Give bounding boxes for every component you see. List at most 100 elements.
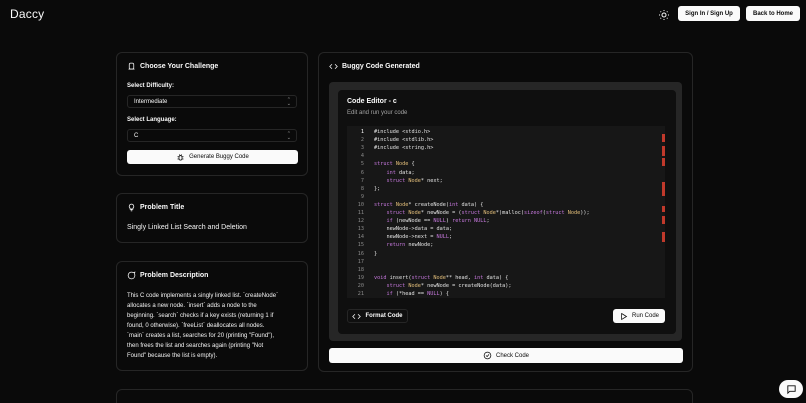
check-code-label: Check Code — [495, 352, 530, 359]
description-line: Found" because the list is empty). — [127, 353, 218, 359]
description-line: `main` creates a list, searches for 20 (… — [127, 333, 274, 339]
line-number: 10 — [357, 201, 364, 208]
problem-description-text: This C code implements a singly linked l… — [127, 291, 303, 361]
run-code-label: Run Code — [631, 313, 660, 319]
code-line[interactable]: 19 void insert(struct Node** head, int da… — [347, 274, 662, 282]
generate-buggy-code-button[interactable]: Generate Buggy Code — [127, 150, 298, 164]
code-text: newNode->data = data; — [374, 226, 453, 233]
generate-button-label: Generate Buggy Code — [189, 154, 249, 160]
bug-icon — [177, 153, 184, 160]
code-line[interactable]: 1 #include <stdio.h> — [347, 128, 662, 136]
description-line: found, 0 otherwise). `freeList` dealloca… — [127, 323, 265, 329]
code-icon — [352, 313, 362, 319]
code-line[interactable]: 5 struct Node { — [347, 160, 662, 168]
format-code-button[interactable]: Format Code — [347, 309, 408, 323]
code-text: #include <stdlib.h> — [374, 137, 434, 144]
code-line[interactable]: 21 if (*head == NULL) { — [347, 290, 662, 298]
code-text: newNode->next = NULL; — [374, 234, 453, 241]
line-number: 1 — [360, 129, 364, 135]
top-bar: Daccy Sign In / Sign Up Back to Home — [0, 0, 806, 30]
difficulty-select[interactable]: Intermediate ⌃ ⌄ — [127, 95, 297, 108]
code-text: void insert(struct Node** head, int data… — [374, 274, 509, 281]
code-line[interactable]: 11 struct Node* newNode = (struct Node*)… — [347, 209, 662, 217]
format-code-label: Format Code — [365, 313, 403, 319]
chevron-up-down-icon: ⌃ ⌄ — [286, 131, 291, 141]
code-line[interactable]: 14 newNode->next = NULL; — [347, 233, 662, 241]
error-marker — [662, 216, 665, 224]
code-text: int data; — [386, 169, 415, 176]
code-text: #include <string.h> — [374, 145, 434, 152]
code-line[interactable]: 7 struct Node* next; — [347, 177, 662, 185]
sign-in-button[interactable]: Sign In / Sign Up — [678, 6, 740, 21]
line-number: 7 — [360, 177, 364, 184]
chat-bubble-icon — [786, 384, 796, 394]
language-value: C — [134, 132, 139, 139]
code-line[interactable]: 9 — [347, 193, 662, 201]
error-marker — [662, 206, 665, 212]
back-to-home-button[interactable]: Back to Home — [746, 6, 800, 21]
description-line: beginning. `search` checks if a key exis… — [127, 313, 274, 319]
code-line[interactable]: 3 #include <string.h> — [347, 144, 662, 152]
code-line[interactable]: 16} — [347, 250, 662, 258]
code-line[interactable]: 12 if (newNode == NULL) return NULL; — [347, 217, 662, 225]
run-code-button[interactable]: Run Code — [613, 309, 665, 323]
problem-description-card-title: Problem Description — [127, 271, 208, 280]
code-text: struct Node* createNode(int data) { — [374, 201, 484, 208]
code-editor[interactable]: 1 #include <stdio.h> 2 #include <stdlib.h> 3… — [347, 126, 665, 298]
challenge-card-heading: Choose Your Challenge — [140, 63, 219, 70]
check-code-button[interactable]: Check Code — [329, 348, 683, 363]
sun-icon[interactable] — [658, 9, 670, 21]
error-marker — [662, 134, 665, 142]
code-line[interactable]: 2 #include <stdlib.h> — [347, 136, 662, 144]
check-circle-icon — [483, 351, 492, 360]
editor-subtitle: Edit and run your code — [347, 110, 408, 116]
line-number: 17 — [357, 258, 364, 265]
line-number: 15 — [357, 242, 364, 249]
description-line: allocates a new node. `insert` adds a no… — [127, 303, 257, 309]
description-line: then frees the list and searches again (… — [127, 343, 264, 349]
editor-title: Code Editor - c — [347, 98, 397, 105]
buggy-code-card-title: Buggy Code Generated — [329, 62, 420, 71]
code-line[interactable]: 8}; — [347, 185, 662, 193]
line-number: 20 — [357, 282, 364, 289]
line-number: 9 — [360, 193, 364, 200]
code-text: struct Node* newNode = (struct Node*)mal… — [386, 210, 590, 216]
difficulty-value: Intermediate — [134, 98, 168, 105]
bell-icon — [128, 62, 135, 70]
chevron-up-down-icon: ⌃ ⌄ — [286, 97, 291, 107]
code-line[interactable]: 15 return newNode; — [347, 241, 662, 249]
line-number: 8 — [360, 185, 364, 192]
line-number: 13 — [357, 226, 364, 233]
code-line[interactable]: 4 — [347, 152, 662, 160]
language-label: Select Language: — [127, 117, 177, 123]
brand-logo[interactable]: Daccy — [10, 7, 44, 21]
error-marker — [662, 182, 665, 190]
language-select[interactable]: C ⌃ ⌄ — [127, 129, 297, 142]
code-line[interactable]: 18 — [347, 266, 662, 274]
difficulty-label: Select Difficulty: — [127, 83, 175, 89]
line-number: 18 — [357, 266, 364, 273]
code-line[interactable]: 20 struct Node* newNode = createNode(dat… — [347, 282, 662, 290]
problem-title-card-title: Problem Title — [127, 203, 184, 212]
buggy-code-heading: Buggy Code Generated — [342, 63, 420, 70]
code-icon — [329, 63, 338, 70]
problem-title-card — [116, 193, 308, 243]
lightbulb-icon — [128, 203, 135, 212]
line-number: 6 — [360, 169, 364, 176]
code-line[interactable]: 6 int data; — [347, 169, 662, 177]
code-line[interactable]: 10 struct Node* createNode(int data) { — [347, 201, 662, 209]
line-number: 11 — [357, 210, 364, 216]
chat-button[interactable] — [779, 380, 803, 398]
code-text: if (*head == NULL) { — [386, 291, 449, 297]
line-number: 16 — [357, 250, 364, 257]
error-marker — [662, 158, 665, 166]
code-text: #include <stdio.h> — [374, 129, 431, 135]
code-line[interactable]: 13 newNode->data = data; — [347, 225, 662, 233]
line-number: 12 — [357, 218, 364, 225]
code-line[interactable]: 17 — [347, 258, 662, 266]
code-text: struct Node* newNode = createNode(data); — [386, 282, 512, 289]
description-line: This C code implements a singly linked l… — [127, 293, 279, 299]
code-text: if (newNode == NULL) return NULL; — [386, 218, 490, 225]
line-number: 4 — [360, 153, 364, 160]
line-number: 14 — [357, 234, 364, 241]
